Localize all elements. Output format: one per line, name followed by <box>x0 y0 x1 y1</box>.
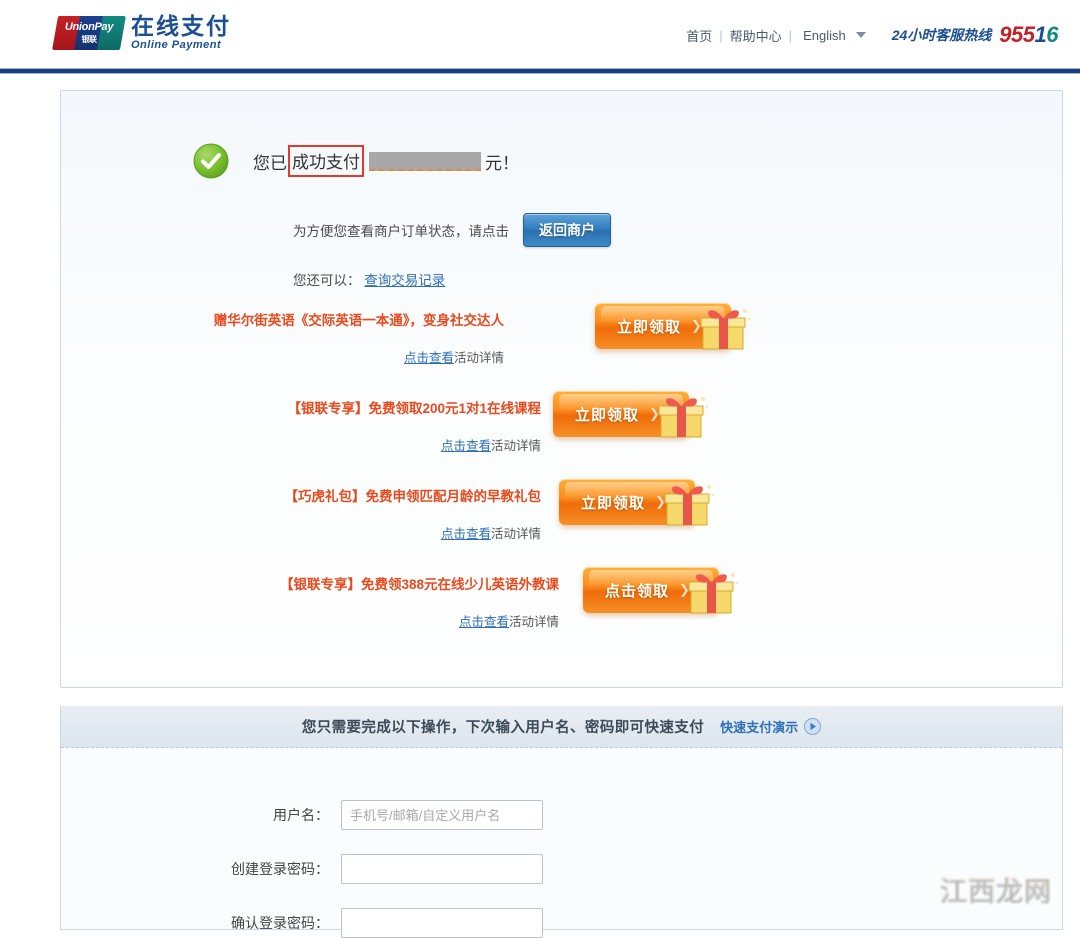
confirm-password-input[interactable] <box>341 908 543 938</box>
quick-pay-demo-label: 快速支付演示 <box>720 717 798 736</box>
promo-claim-label: 点击领取 <box>605 580 669 601</box>
logo-mark-bottom-text: 银联 <box>82 34 97 45</box>
chevron-down-icon[interactable] <box>856 32 866 38</box>
return-merchant-hint: 为方便您查看商户订单状态，请点击 <box>293 220 509 240</box>
unionpay-mark-icon: UnionPay 银联 <box>52 16 126 50</box>
promo-claim-button[interactable]: 立即领取 ❯ <box>559 479 719 525</box>
promo-item: 【银联专享】免费领取200元1对1在线课程 点击查看活动详情 立即领取 ❯ <box>61 397 1062 485</box>
promo-item: 【巧虎礼包】免费申领匹配月龄的早教礼包 点击查看活动详情 立即领取 ❯ <box>61 485 1062 573</box>
hotline-number: 95516 <box>999 22 1058 48</box>
gift-box-icon <box>653 391 711 441</box>
hotline-number-part3: 6 <box>1046 22 1058 47</box>
promo-detail-link[interactable]: 点击查看 <box>441 527 491 541</box>
quick-pay-heading: 您只需要完成以下操作，下次输入用户名、密码即可快速支付 <box>302 716 704 737</box>
promo-text: 【银联专享】免费领388元在线少儿英语外教课 点击查看活动详情 <box>79 573 559 630</box>
hotline-number-part2: 1 <box>1035 22 1047 47</box>
success-suffix: 元！ <box>485 149 519 174</box>
username-label: 用户名： <box>61 805 341 825</box>
promo-claim-button[interactable]: 立即领取 ❯ <box>595 303 755 349</box>
success-highlight: 成功支付 <box>288 145 364 177</box>
other-actions-row: 您还可以： 查询交易记录 <box>293 269 445 289</box>
promotions-list: 赠华尔街英语《交际英语一本通》，变身社交达人 点击查看活动详情 立即领取 ❯ <box>61 309 1062 661</box>
promo-text: 赠华尔街英语《交际英语一本通》，变身社交达人 点击查看活动详情 <box>24 309 504 366</box>
success-prefix: 您已 <box>253 149 287 174</box>
logo-mark-top-text: UnionPay <box>65 21 113 33</box>
promo-text: 【巧虎礼包】免费申领匹配月龄的早教礼包 点击查看活动详情 <box>61 485 541 542</box>
return-merchant-button[interactable]: 返回商户 <box>523 213 611 247</box>
site-watermark: 江西龙网 <box>940 869 1052 908</box>
promo-subtitle: 点击查看活动详情 <box>61 523 541 542</box>
promo-item: 【银联专享】免费领388元在线少儿英语外教课 点击查看活动详情 点击领取 ❯ <box>61 573 1062 661</box>
quick-pay-form: 用户名： 创建登录密码： 确认登录密码： <box>61 748 1062 938</box>
hotline-number-part1: 955 <box>999 22 1034 47</box>
quick-pay-demo-link[interactable]: 快速支付演示 <box>720 717 821 736</box>
promo-title: 赠华尔街英语《交际英语一本通》，变身社交达人 <box>24 309 504 329</box>
gift-box-icon <box>659 479 717 529</box>
nav-home-link[interactable]: 首页 <box>686 26 712 45</box>
promo-subtitle: 点击查看活动详情 <box>24 347 504 366</box>
promo-detail-tail: 活动详情 <box>491 527 541 541</box>
promo-title: 【银联专享】免费领取200元1对1在线课程 <box>61 397 541 417</box>
amount-redaction-bar <box>369 152 481 171</box>
nav-separator-2: | <box>789 28 792 43</box>
quick-pay-panel: 您只需要完成以下操作，下次输入用户名、密码即可快速支付 快速支付演示 用户名： … <box>60 706 1063 930</box>
nav-help-center-link[interactable]: 帮助中心 <box>730 26 782 45</box>
promo-claim-button[interactable]: 点击领取 ❯ <box>583 567 743 613</box>
promo-text: 【银联专享】免费领取200元1对1在线课程 点击查看活动详情 <box>61 397 541 454</box>
nav-language-link[interactable]: English <box>803 28 846 43</box>
logo-wordmark: 在线支付 Online Payment <box>131 14 231 51</box>
quick-pay-header: 您只需要完成以下操作，下次输入用户名、密码即可快速支付 快速支付演示 <box>61 706 1062 748</box>
promo-claim-button[interactable]: 立即领取 ❯ <box>553 391 713 437</box>
play-icon <box>804 718 821 735</box>
promo-claim-label: 立即领取 <box>575 404 639 425</box>
promo-detail-tail: 活动详情 <box>491 439 541 453</box>
header-divider <box>0 68 1080 74</box>
return-merchant-row: 为方便您查看商户订单状态，请点击 返回商户 <box>293 213 611 247</box>
gift-box-icon <box>683 567 741 617</box>
payment-result-panel: 您已成功支付 元！ 为方便您查看商户订单状态，请点击 返回商户 您还可以： 查询交… <box>60 90 1063 688</box>
hotline-label: 24小时客服热线 <box>892 25 992 45</box>
query-transactions-link[interactable]: 查询交易记录 <box>364 273 445 288</box>
promo-detail-link[interactable]: 点击查看 <box>459 615 509 629</box>
promo-subtitle: 点击查看活动详情 <box>61 435 541 454</box>
confirm-password-label: 确认登录密码： <box>61 913 341 933</box>
logo-title-en: Online Payment <box>131 39 231 51</box>
promo-detail-tail: 活动详情 <box>509 615 559 629</box>
success-message: 您已成功支付 元！ <box>253 145 519 177</box>
form-row-username: 用户名： <box>61 800 1062 830</box>
nav-separator-1: | <box>719 28 722 43</box>
other-actions-label: 您还可以： <box>293 273 361 288</box>
gift-box-icon <box>695 303 753 353</box>
promo-item: 赠华尔街英语《交际英语一本通》，变身社交达人 点击查看活动详情 立即领取 ❯ <box>61 309 1062 397</box>
create-password-input[interactable] <box>341 854 543 884</box>
unionpay-logo[interactable]: UnionPay 银联 在线支付 Online Payment <box>55 14 231 51</box>
promo-detail-tail: 活动详情 <box>454 351 504 365</box>
success-message-row: 您已成功支付 元！ <box>193 143 519 179</box>
success-check-icon <box>193 143 229 179</box>
promo-claim-label: 立即领取 <box>617 316 681 337</box>
username-input[interactable] <box>341 800 543 830</box>
logo-title-cn: 在线支付 <box>131 14 231 38</box>
promo-detail-link[interactable]: 点击查看 <box>404 351 454 365</box>
promo-detail-link[interactable]: 点击查看 <box>441 439 491 453</box>
form-row-create-password: 创建登录密码： <box>61 854 1062 884</box>
promo-title: 【巧虎礼包】免费申领匹配月龄的早教礼包 <box>61 485 541 505</box>
page-header: UnionPay 银联 在线支付 Online Payment 首页 | 帮助中… <box>0 0 1080 68</box>
create-password-label: 创建登录密码： <box>61 859 341 879</box>
promo-claim-label: 立即领取 <box>581 492 645 513</box>
promo-subtitle: 点击查看活动详情 <box>79 611 559 630</box>
promo-title: 【银联专享】免费领388元在线少儿英语外教课 <box>79 573 559 593</box>
form-row-confirm-password: 确认登录密码： <box>61 908 1062 938</box>
header-nav: 首页 | 帮助中心 | English 24小时客服热线 95516 <box>686 22 1058 48</box>
